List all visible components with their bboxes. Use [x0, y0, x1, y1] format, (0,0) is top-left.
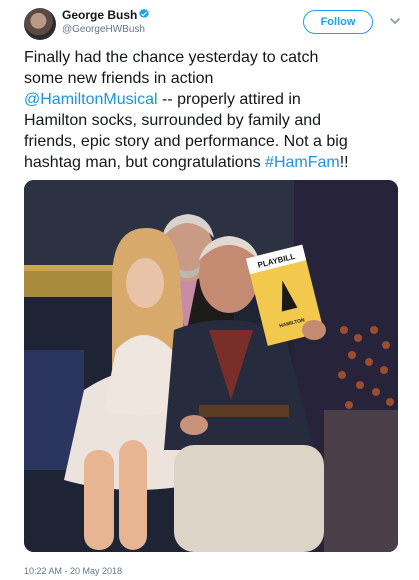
- tweet-text-line: Finally had the chance yesterday to catc…: [24, 47, 404, 68]
- tweet-photo[interactable]: PLAYBILL HAMILTON: [24, 180, 398, 552]
- avatar[interactable]: [24, 8, 56, 40]
- tweet-timestamp[interactable]: 10:22 AM - 20 May 2018: [24, 566, 122, 576]
- verified-badge-icon: [139, 8, 149, 19]
- tweet-card: George Bush @GeorgeHWBush Follow Finally…: [0, 0, 419, 580]
- tweet-text-segment: !!: [339, 154, 349, 171]
- hashtag-link[interactable]: #HamFam: [265, 154, 340, 171]
- tweet-text-line: Hamilton socks, surrounded by family and: [24, 110, 404, 131]
- follow-button[interactable]: Follow: [303, 10, 373, 34]
- mention-link[interactable]: @HamiltonMusical: [24, 91, 158, 108]
- photo-image: PLAYBILL HAMILTON: [24, 180, 398, 552]
- author-handle[interactable]: @GeorgeHWBush: [62, 24, 145, 35]
- tweet-text-segment: Finally had the chance yesterday to catc…: [24, 49, 319, 66]
- tweet-text-segment: Hamilton socks, surrounded by family and: [24, 112, 322, 129]
- tweet-text-segment: hashtag man, but congratulations: [24, 154, 266, 171]
- tweet-text-segment: -- properly attired in: [157, 91, 301, 108]
- tweet-text: Finally had the chance yesterday to catc…: [24, 47, 404, 173]
- author-name[interactable]: George Bush: [62, 8, 137, 22]
- tweet-text-segment: friends, epic story and performance. Not…: [24, 133, 348, 150]
- tweet-text-line: friends, epic story and performance. Not…: [24, 131, 404, 152]
- tweet-text-segment: some new friends in action: [24, 70, 214, 87]
- tweet-text-line: some new friends in action: [24, 68, 404, 89]
- chevron-down-icon[interactable]: [388, 14, 402, 28]
- tweet-text-line: hashtag man, but congratulations #HamFam…: [24, 152, 404, 173]
- tweet-text-line: @HamiltonMusical -- properly attired in: [24, 89, 404, 110]
